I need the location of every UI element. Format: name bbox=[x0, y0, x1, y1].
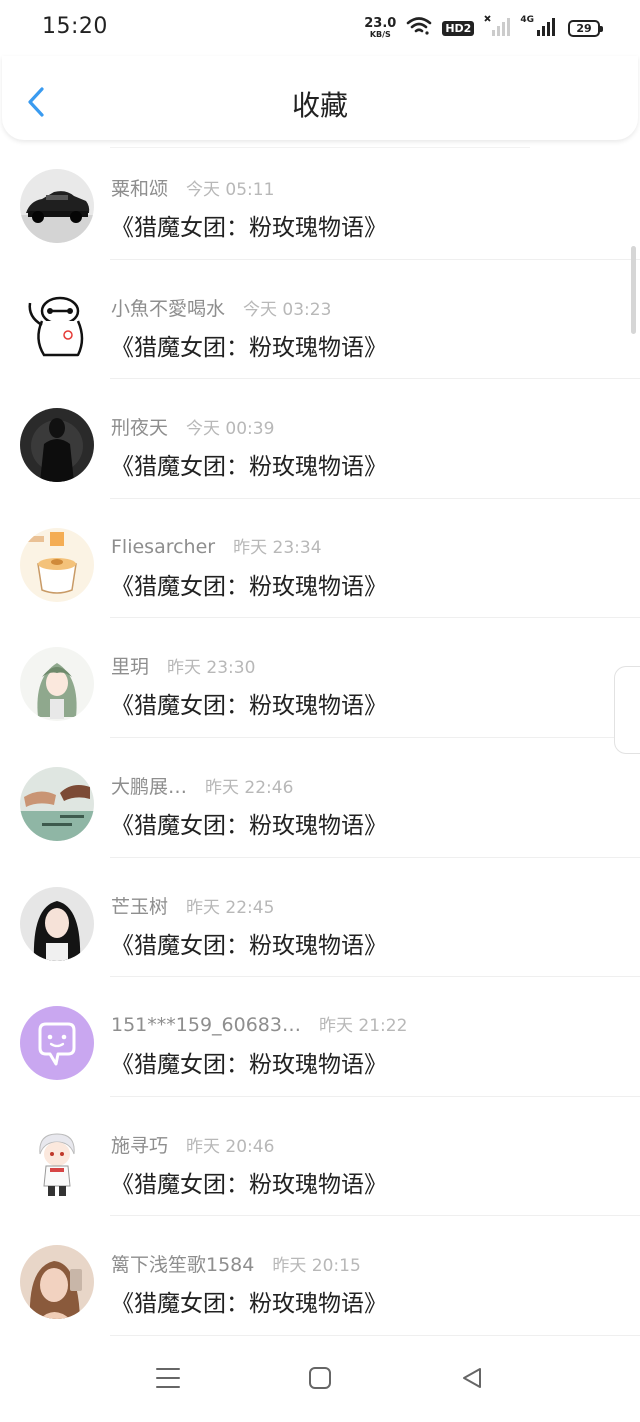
selfie-avatar[interactable] bbox=[20, 1245, 94, 1320]
page-title: 收藏 bbox=[291, 89, 348, 122]
battery-icon: 29 bbox=[568, 19, 603, 37]
signal-label: 4G bbox=[520, 15, 534, 25]
side-edge-handle[interactable] bbox=[614, 666, 640, 754]
divider bbox=[110, 1334, 640, 1336]
back-triangle-icon bbox=[463, 1368, 481, 1388]
list-item[interactable]: Fliesarcher 昨天 23:34 《猎魔女团：粉玫瑰物语》 bbox=[0, 499, 640, 619]
item-content: 《猎魔女团：粉玫瑰物语》 bbox=[111, 334, 387, 361]
battery-level: 29 bbox=[576, 21, 592, 35]
list-item[interactable]: 151***159_60683… 昨天 21:22 《猎魔女团：粉玫瑰物语》 bbox=[0, 977, 640, 1097]
username[interactable]: 里玥 bbox=[111, 652, 149, 679]
chat-bubble-avatar[interactable] bbox=[20, 1006, 94, 1081]
item-content: 《猎魔女团：粉玫瑰物语》 bbox=[111, 573, 387, 600]
list-item[interactable]: 篱下浅笙歌1584 昨天 20:15 《猎魔女团：粉玫瑰物语》 bbox=[0, 1216, 640, 1336]
item-meta: 151***159_60683… 昨天 21:22 bbox=[111, 1011, 407, 1036]
timestamp: 今天 03:23 bbox=[243, 299, 332, 320]
item-meta: 小魚不愛喝水 今天 03:23 bbox=[111, 294, 331, 321]
list-item[interactable]: 刑夜天 今天 00:39 《猎魔女团：粉玫瑰物语》 bbox=[0, 379, 640, 499]
timestamp: 昨天 20:46 bbox=[186, 1136, 275, 1157]
item-content: 《猎魔女团：粉玫瑰物语》 bbox=[111, 932, 387, 959]
item-content: 《猎魔女团：粉玫瑰物语》 bbox=[111, 215, 387, 241]
signal-no-sim-icon bbox=[484, 15, 511, 41]
car-avatar[interactable] bbox=[20, 169, 94, 243]
home-button[interactable] bbox=[300, 1358, 340, 1398]
item-meta: 大鹏展… 昨天 22:46 bbox=[111, 772, 293, 799]
item-content: 《猎魔女团：粉玫瑰物语》 bbox=[111, 454, 387, 481]
username[interactable]: 大鹏展… bbox=[111, 772, 187, 799]
item-meta: 刑夜天 今天 00:39 bbox=[111, 413, 274, 440]
favorites-list: 粟和颂 今天 05:11 《猎魔女团：粉玫瑰物语》 小魚不愛喝水 今天 03:2… bbox=[0, 140, 640, 1336]
timestamp: 今天 00:39 bbox=[186, 419, 275, 440]
username[interactable]: 篱下浅笙歌1584 bbox=[111, 1250, 254, 1277]
status-time: 15:20 bbox=[42, 14, 108, 39]
status-icons: 23.0 KB/S HD2 4G 29 bbox=[364, 14, 603, 42]
item-meta: 里玥 昨天 23:30 bbox=[111, 652, 255, 679]
timestamp: 昨天 20:15 bbox=[272, 1256, 361, 1277]
hands-avatar[interactable] bbox=[20, 766, 94, 841]
list-item[interactable]: 芒玉树 昨天 22:45 《猎魔女团：粉玫瑰物语》 bbox=[0, 858, 640, 978]
navigation-bar bbox=[0, 1344, 640, 1422]
username[interactable]: 施寻巧 bbox=[111, 1131, 168, 1158]
item-meta: Fliesarcher 昨天 23:34 bbox=[111, 533, 322, 558]
status-bar: 15:20 23.0 KB/S HD2 4G 29 bbox=[0, 0, 640, 56]
scrollbar-thumb[interactable] bbox=[631, 246, 636, 334]
signal-4g-icon bbox=[536, 15, 558, 41]
item-content: 《猎魔女团：粉玫瑰物语》 bbox=[111, 1291, 387, 1318]
item-meta: 篱下浅笙歌1584 昨天 20:15 bbox=[111, 1250, 361, 1277]
list-item[interactable]: 小魚不愛喝水 今天 03:23 《猎魔女团：粉玫瑰物语》 bbox=[0, 260, 640, 380]
item-content: 《猎魔女团：粉玫瑰物语》 bbox=[111, 693, 387, 720]
hd-icon: HD2 bbox=[442, 20, 475, 36]
menu-button[interactable] bbox=[148, 1358, 188, 1398]
timestamp: 昨天 21:22 bbox=[318, 1016, 408, 1037]
item-meta: 粟和颂 今天 05:11 bbox=[111, 174, 274, 201]
list-item[interactable]: 里玥 昨天 23:30 《猎魔女团：粉玫瑰物语》 bbox=[0, 618, 640, 738]
network-speed: 23.0 KB/S bbox=[364, 17, 396, 39]
list-item[interactable]: 大鹏展… 昨天 22:46 《猎魔女团：粉玫瑰物语》 bbox=[0, 738, 640, 858]
timestamp: 昨天 22:45 bbox=[186, 897, 275, 918]
timestamp: 昨天 23:34 bbox=[233, 537, 322, 558]
username[interactable]: Fliesarcher bbox=[111, 536, 215, 558]
item-content: 《猎魔女团：粉玫瑰物语》 bbox=[111, 1171, 387, 1198]
username[interactable]: 小魚不愛喝水 bbox=[111, 294, 225, 321]
dark-figure-avatar[interactable] bbox=[20, 408, 94, 483]
girl-photo-avatar[interactable] bbox=[20, 886, 94, 961]
timestamp: 昨天 22:46 bbox=[205, 777, 294, 798]
home-icon bbox=[309, 1367, 331, 1389]
timestamp: 昨天 23:30 bbox=[167, 658, 256, 679]
network-speed-value: 23.0 bbox=[364, 16, 397, 31]
robot-avatar[interactable] bbox=[20, 288, 94, 363]
pudding-avatar[interactable] bbox=[20, 527, 94, 602]
wifi-icon bbox=[406, 16, 432, 40]
username[interactable]: 粟和颂 bbox=[111, 174, 168, 201]
item-meta: 施寻巧 昨天 20:46 bbox=[111, 1131, 274, 1158]
username[interactable]: 151***159_60683… bbox=[111, 1014, 301, 1036]
item-content: 《猎魔女团：粉玫瑰物语》 bbox=[111, 1052, 387, 1079]
username[interactable]: 芒玉树 bbox=[111, 892, 168, 919]
item-content: 《猎魔女团：粉玫瑰物语》 bbox=[111, 812, 387, 839]
timestamp: 今天 05:11 bbox=[186, 180, 275, 200]
anime-girl-avatar[interactable] bbox=[20, 647, 94, 722]
back-nav-button[interactable] bbox=[452, 1358, 492, 1398]
list-item[interactable]: 粟和颂 今天 05:11 《猎魔女团：粉玫瑰物语》 bbox=[0, 140, 640, 260]
network-speed-unit: KB/S bbox=[369, 30, 391, 39]
header: 收藏 bbox=[2, 56, 638, 140]
list-item[interactable]: 施寻巧 昨天 20:46 《猎魔女团：粉玫瑰物语》 bbox=[0, 1097, 640, 1217]
chibi-avatar[interactable] bbox=[20, 1125, 94, 1200]
item-meta: 芒玉树 昨天 22:45 bbox=[111, 892, 274, 919]
username[interactable]: 刑夜天 bbox=[111, 413, 168, 440]
menu-icon bbox=[156, 1368, 180, 1388]
